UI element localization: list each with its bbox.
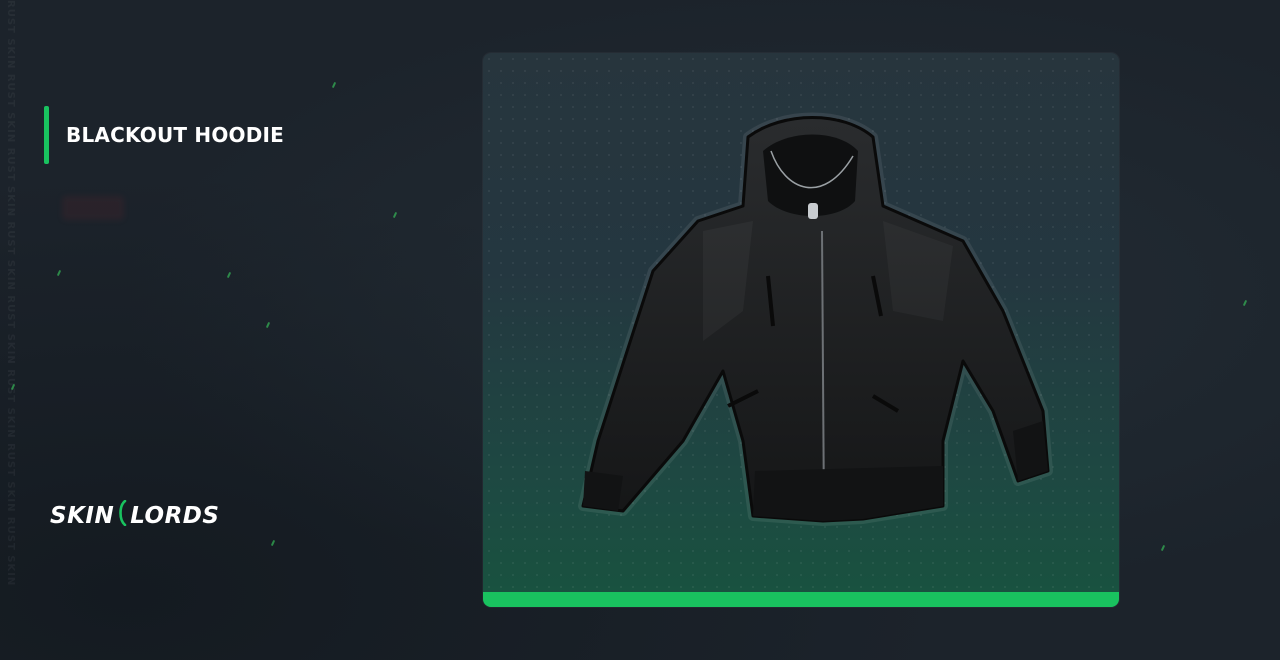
item-card (483, 53, 1119, 607)
hoodie-icon (578, 112, 1053, 526)
brand-logo-right: LORDS (130, 503, 220, 529)
title-accent-bar (44, 106, 49, 164)
item-title-block: BLACKOUT HOODIE (44, 106, 284, 164)
brand-logo-left: SKIN (50, 503, 115, 529)
brand-logo: SKIN LORDS (50, 499, 220, 532)
rarity-bar (483, 592, 1119, 607)
blurred-badge (62, 196, 124, 220)
brand-logo-icon (116, 499, 128, 532)
watermark-text: RUST SKIN RUST SKIN RUST SKIN RUST SKIN … (5, 0, 16, 587)
item-title: BLACKOUT HOODIE (66, 123, 285, 147)
